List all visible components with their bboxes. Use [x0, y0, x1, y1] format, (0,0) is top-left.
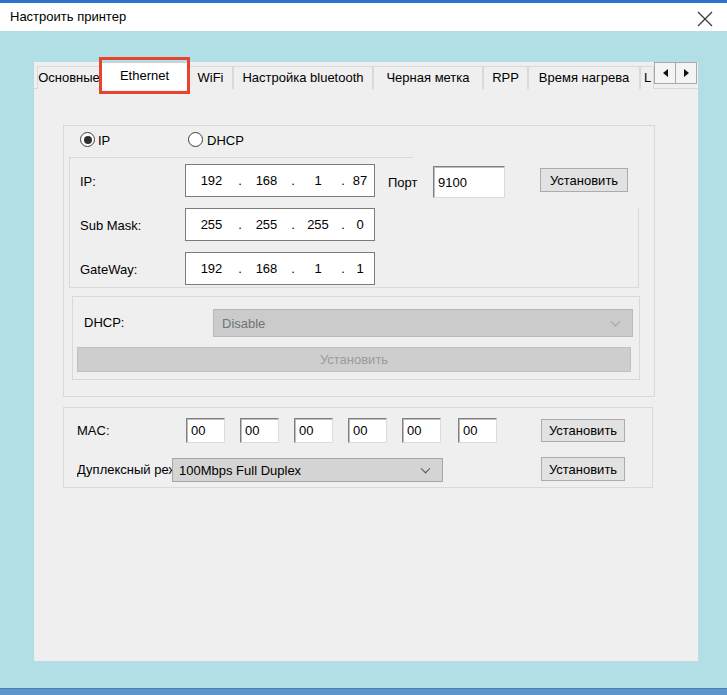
tab-bluetooth[interactable]: Настройка bluetooth: [233, 66, 373, 89]
close-button[interactable]: [689, 5, 721, 33]
ip-field-label: IP:: [80, 174, 96, 189]
gw-octet-1: 192: [186, 261, 237, 276]
mac-input-4[interactable]: 00: [348, 418, 387, 443]
chevron-down-icon: [421, 464, 431, 474]
gw-octet-2: 168: [243, 261, 290, 276]
tab-heat-time[interactable]: Время нагрева: [528, 66, 640, 89]
duplex-dropdown[interactable]: 100Mbps Full Duplex: [172, 458, 443, 482]
annotation-highlight: [99, 57, 190, 94]
tab-truncated[interactable]: L: [640, 66, 654, 89]
gw-octet-4: 1: [346, 261, 374, 276]
submask-field-label: Sub Mask:: [80, 218, 141, 233]
ip-box-border-left: [69, 157, 70, 288]
tab-scroll-left-button[interactable]: [654, 62, 676, 84]
mac-input-2[interactable]: 00: [240, 418, 279, 443]
chevron-down-icon: [611, 317, 621, 327]
window-bottom-border: [0, 688, 727, 695]
mask-octet-4: 0: [346, 217, 374, 232]
close-icon: [697, 11, 713, 27]
port-label: Порт: [388, 175, 417, 190]
printer-setup-dialog: Настроить принтер Основные Ethernet WiFi…: [0, 0, 727, 695]
tab-wifi[interactable]: WiFi: [188, 66, 233, 89]
tab-black-mark[interactable]: Черная метка: [373, 66, 483, 89]
ip-box-border-right: [638, 208, 639, 288]
tab-scroller: [654, 62, 698, 84]
mask-octet-2: 255: [243, 217, 290, 232]
gw-octet-3: 1: [296, 261, 340, 276]
ip-octet-4: 87: [346, 173, 374, 188]
mac-input-1[interactable]: 00: [186, 418, 225, 443]
ip-box-border-bottom: [69, 287, 639, 288]
dhcp-field-label: DHCP:: [84, 315, 124, 330]
ip-octet-2: 168: [243, 173, 290, 188]
set-ip-button[interactable]: Установить: [540, 168, 628, 192]
mac-input-3[interactable]: 00: [294, 418, 333, 443]
mask-octet-1: 255: [186, 217, 237, 232]
ip-octet-3: 1: [296, 173, 340, 188]
set-mac-button[interactable]: Установить: [541, 419, 625, 442]
tab-osnovnye[interactable]: Основные: [37, 66, 101, 89]
ip-address-input[interactable]: 192.168.1.87: [185, 164, 375, 197]
dhcp-radio-label: DHCP: [207, 133, 244, 148]
mac-input-6[interactable]: 00: [458, 418, 497, 443]
mac-input-5[interactable]: 00: [402, 418, 441, 443]
tab-rpp[interactable]: RPP: [483, 66, 528, 89]
tab-control: Основные Ethernet WiFi Настройка bluetoo…: [34, 62, 698, 661]
ip-radio-label: IP: [98, 133, 110, 148]
ip-box-border-top: [69, 157, 413, 158]
dhcp-radio[interactable]: [188, 132, 203, 147]
ip-octet-1: 192: [186, 173, 237, 188]
left-arrow-icon: [663, 69, 668, 77]
mac-field-label: MAC:: [77, 423, 110, 438]
duplex-label: Дуплексный режим: [77, 462, 172, 477]
mask-octet-3: 255: [296, 217, 340, 232]
tab-scroll-right-button[interactable]: [675, 62, 697, 84]
set-duplex-button[interactable]: Установить: [541, 457, 625, 481]
ip-radio[interactable]: [80, 132, 95, 147]
titlebar[interactable]: Настроить принтер: [0, 3, 727, 31]
set-dhcp-button-disabled[interactable]: Установить: [77, 347, 631, 372]
submask-input[interactable]: 255.255.255.0: [185, 208, 375, 241]
port-input[interactable]: 9100: [433, 166, 505, 198]
gateway-input[interactable]: 192.168.1.1: [185, 252, 375, 285]
dhcp-dropdown[interactable]: Disable: [213, 309, 633, 337]
window-title: Настроить принтер: [10, 3, 126, 31]
right-arrow-icon: [684, 69, 689, 77]
gateway-field-label: GateWay:: [80, 262, 137, 277]
